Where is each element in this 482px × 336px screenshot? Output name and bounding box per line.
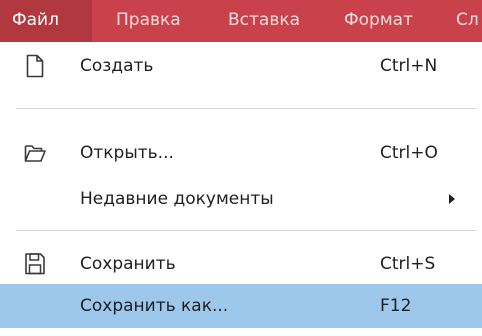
menu-item-open[interactable]: Открыть... Ctrl+O <box>0 131 482 175</box>
menu-item-save-as[interactable]: Сохранить как... F12 <box>0 284 482 328</box>
menu-format[interactable]: Формат <box>344 0 413 42</box>
menu-item-save-label: Сохранить <box>80 254 176 274</box>
menu-item-save[interactable]: Сохранить Ctrl+S <box>0 242 482 286</box>
menu-item-new-shortcut: Ctrl+N <box>380 56 438 76</box>
open-folder-icon <box>24 141 46 165</box>
file-menu-dropdown: Создать Ctrl+N Открыть... Ctrl+O Недавни… <box>0 42 482 336</box>
menu-item-new-label: Создать <box>80 56 154 76</box>
menu-item-recent-label: Недавние документы <box>80 189 274 209</box>
new-document-icon <box>24 54 46 78</box>
menu-tools-truncated[interactable]: Сл <box>456 0 479 42</box>
menu-file[interactable]: Файл <box>0 0 92 42</box>
submenu-arrow-icon <box>449 194 455 204</box>
menu-item-save-as-shortcut: F12 <box>380 296 412 316</box>
menu-item-save-as-label: Сохранить как... <box>80 296 229 316</box>
menu-item-new[interactable]: Создать Ctrl+N <box>0 44 482 88</box>
menu-item-open-label: Открыть... <box>80 143 174 163</box>
menu-separator <box>16 230 476 231</box>
save-disk-icon <box>24 252 46 276</box>
menu-item-save-shortcut: Ctrl+S <box>380 254 436 274</box>
menu-insert[interactable]: Вставка <box>228 0 300 42</box>
menu-edit[interactable]: Правка <box>116 0 181 42</box>
menu-item-recent-documents[interactable]: Недавние документы <box>0 177 482 221</box>
menu-item-open-shortcut: Ctrl+O <box>380 143 438 163</box>
menu-separator <box>16 108 476 109</box>
menu-bar: Файл Правка Вставка Формат Сл <box>0 0 482 42</box>
